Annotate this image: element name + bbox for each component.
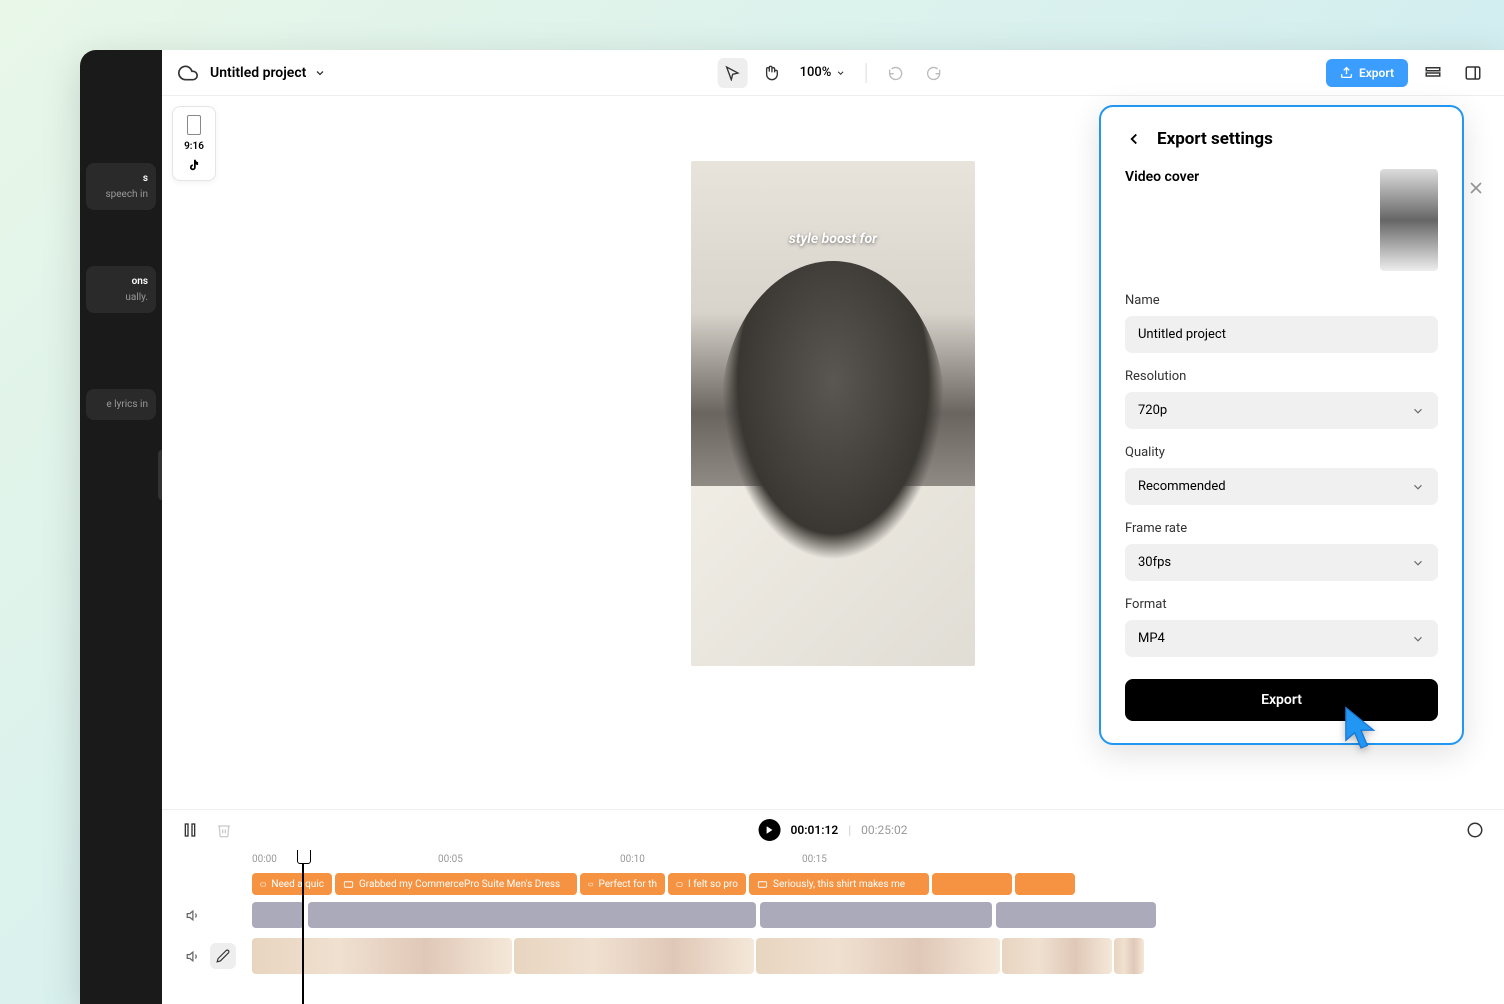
hand-tool[interactable] [756,58,786,88]
cursor-pointer-overlay [1340,705,1382,753]
close-button[interactable] [1466,178,1490,202]
chevron-down-icon [1411,632,1425,646]
speaker-icon[interactable] [182,945,204,967]
audio-clip[interactable] [252,902,304,928]
panel-button[interactable] [1458,58,1488,88]
format-label: Format [1125,597,1438,612]
video-clip[interactable] [756,938,1000,974]
format-select[interactable]: MP4 [1125,620,1438,657]
name-label: Name [1125,293,1438,308]
caption-clip[interactable]: Seriously, this shirt makes me [749,873,929,895]
video-clip[interactable] [514,938,754,974]
timeline-tracks[interactable]: 00:00 00:05 00:10 00:15 Need a quic [162,850,1504,1004]
cursor-tool[interactable] [718,58,748,88]
panel-card[interactable]: s speech in [86,163,156,210]
edit-icon[interactable] [210,943,236,969]
current-time: 00:01:12 [791,823,839,837]
video-track [252,934,1504,978]
caption-clip[interactable]: I felt so pro [668,873,746,895]
chevron-down-icon [1411,556,1425,570]
timeline-tool[interactable] [1466,821,1484,839]
tiktok-icon [187,158,201,172]
caption-icon [260,879,266,890]
video-clip[interactable] [252,938,512,974]
chevron-down-icon [314,67,326,79]
playback-controls: 00:01:12 | 00:25:02 [759,819,908,841]
resolution-label: Resolution [1125,369,1438,384]
export-settings-modal: Export settings Video cover Name Resolut… [1099,105,1464,745]
caption-track: Need a quic Grabbed my CommercePro Suite… [252,872,1504,896]
speaker-icon[interactable] [182,904,204,926]
top-bar: Untitled project 100% [162,50,1504,96]
left-panel: s speech in ons ually. e lyrics in [80,50,162,1004]
total-time: 00:25:02 [861,823,907,837]
video-preview[interactable]: style boost for [691,161,975,666]
video-clip[interactable] [1114,938,1144,974]
timeline-toolbar: 00:01:12 | 00:25:02 [162,810,1504,850]
export-button[interactable]: Export [1326,59,1408,87]
aspect-icon [187,115,201,135]
caption-clip[interactable]: Need a quic [252,873,332,895]
export-action-button[interactable]: Export [1125,679,1438,721]
caption-icon [588,879,594,890]
preview-caption: style boost for [789,231,877,247]
playhead[interactable] [302,850,304,1004]
panel-card[interactable]: ons ually. [86,266,156,313]
framerate-label: Frame rate [1125,521,1438,536]
chevron-down-icon [835,68,845,78]
aspect-ratio-chip[interactable]: 9:16 [172,106,216,181]
zoom-dropdown[interactable]: 100% [794,65,852,80]
timeline-section: 00:01:12 | 00:25:02 00:00 00:05 00:10 0 [162,809,1504,1004]
caption-clip[interactable]: Grabbed my CommercePro Suite Men's Dress [335,873,577,895]
caption-clip[interactable] [932,873,1012,895]
upload-icon [1340,66,1353,79]
quality-label: Quality [1125,445,1438,460]
audio-clip[interactable] [760,902,992,928]
video-clip[interactable] [1002,938,1112,974]
cloud-icon [178,63,198,83]
top-center-tools: 100% [718,58,949,88]
caption-clip[interactable] [1015,873,1075,895]
play-button[interactable] [759,819,781,841]
resolution-select[interactable]: 720p [1125,392,1438,429]
caption-icon [676,879,683,890]
audio-track [252,900,1504,930]
redo-button[interactable] [918,58,948,88]
quality-select[interactable]: Recommended [1125,468,1438,505]
caption-icon [757,879,768,890]
project-name-dropdown[interactable]: Untitled project [210,65,326,81]
undo-button[interactable] [880,58,910,88]
split-tool[interactable] [182,822,198,838]
name-input[interactable] [1125,316,1438,353]
framerate-select[interactable]: 30fps [1125,544,1438,581]
layout-button[interactable] [1418,58,1448,88]
divider [865,63,866,83]
top-right-tools: Export [1326,58,1488,88]
cover-thumbnail[interactable] [1380,169,1438,271]
delete-button[interactable] [216,822,232,838]
panel-card[interactable]: e lyrics in [86,389,156,420]
audio-clip[interactable] [996,902,1156,928]
chevron-down-icon [1411,480,1425,494]
time-ruler: 00:00 00:05 00:10 00:15 [252,850,1504,872]
caption-icon [343,879,354,890]
chevron-down-icon [1411,404,1425,418]
cover-label: Video cover [1125,169,1199,185]
modal-title: Export settings [1157,129,1273,149]
caption-clip[interactable]: Perfect for th [580,873,665,895]
back-button[interactable] [1125,130,1143,148]
audio-clip[interactable] [308,902,756,928]
